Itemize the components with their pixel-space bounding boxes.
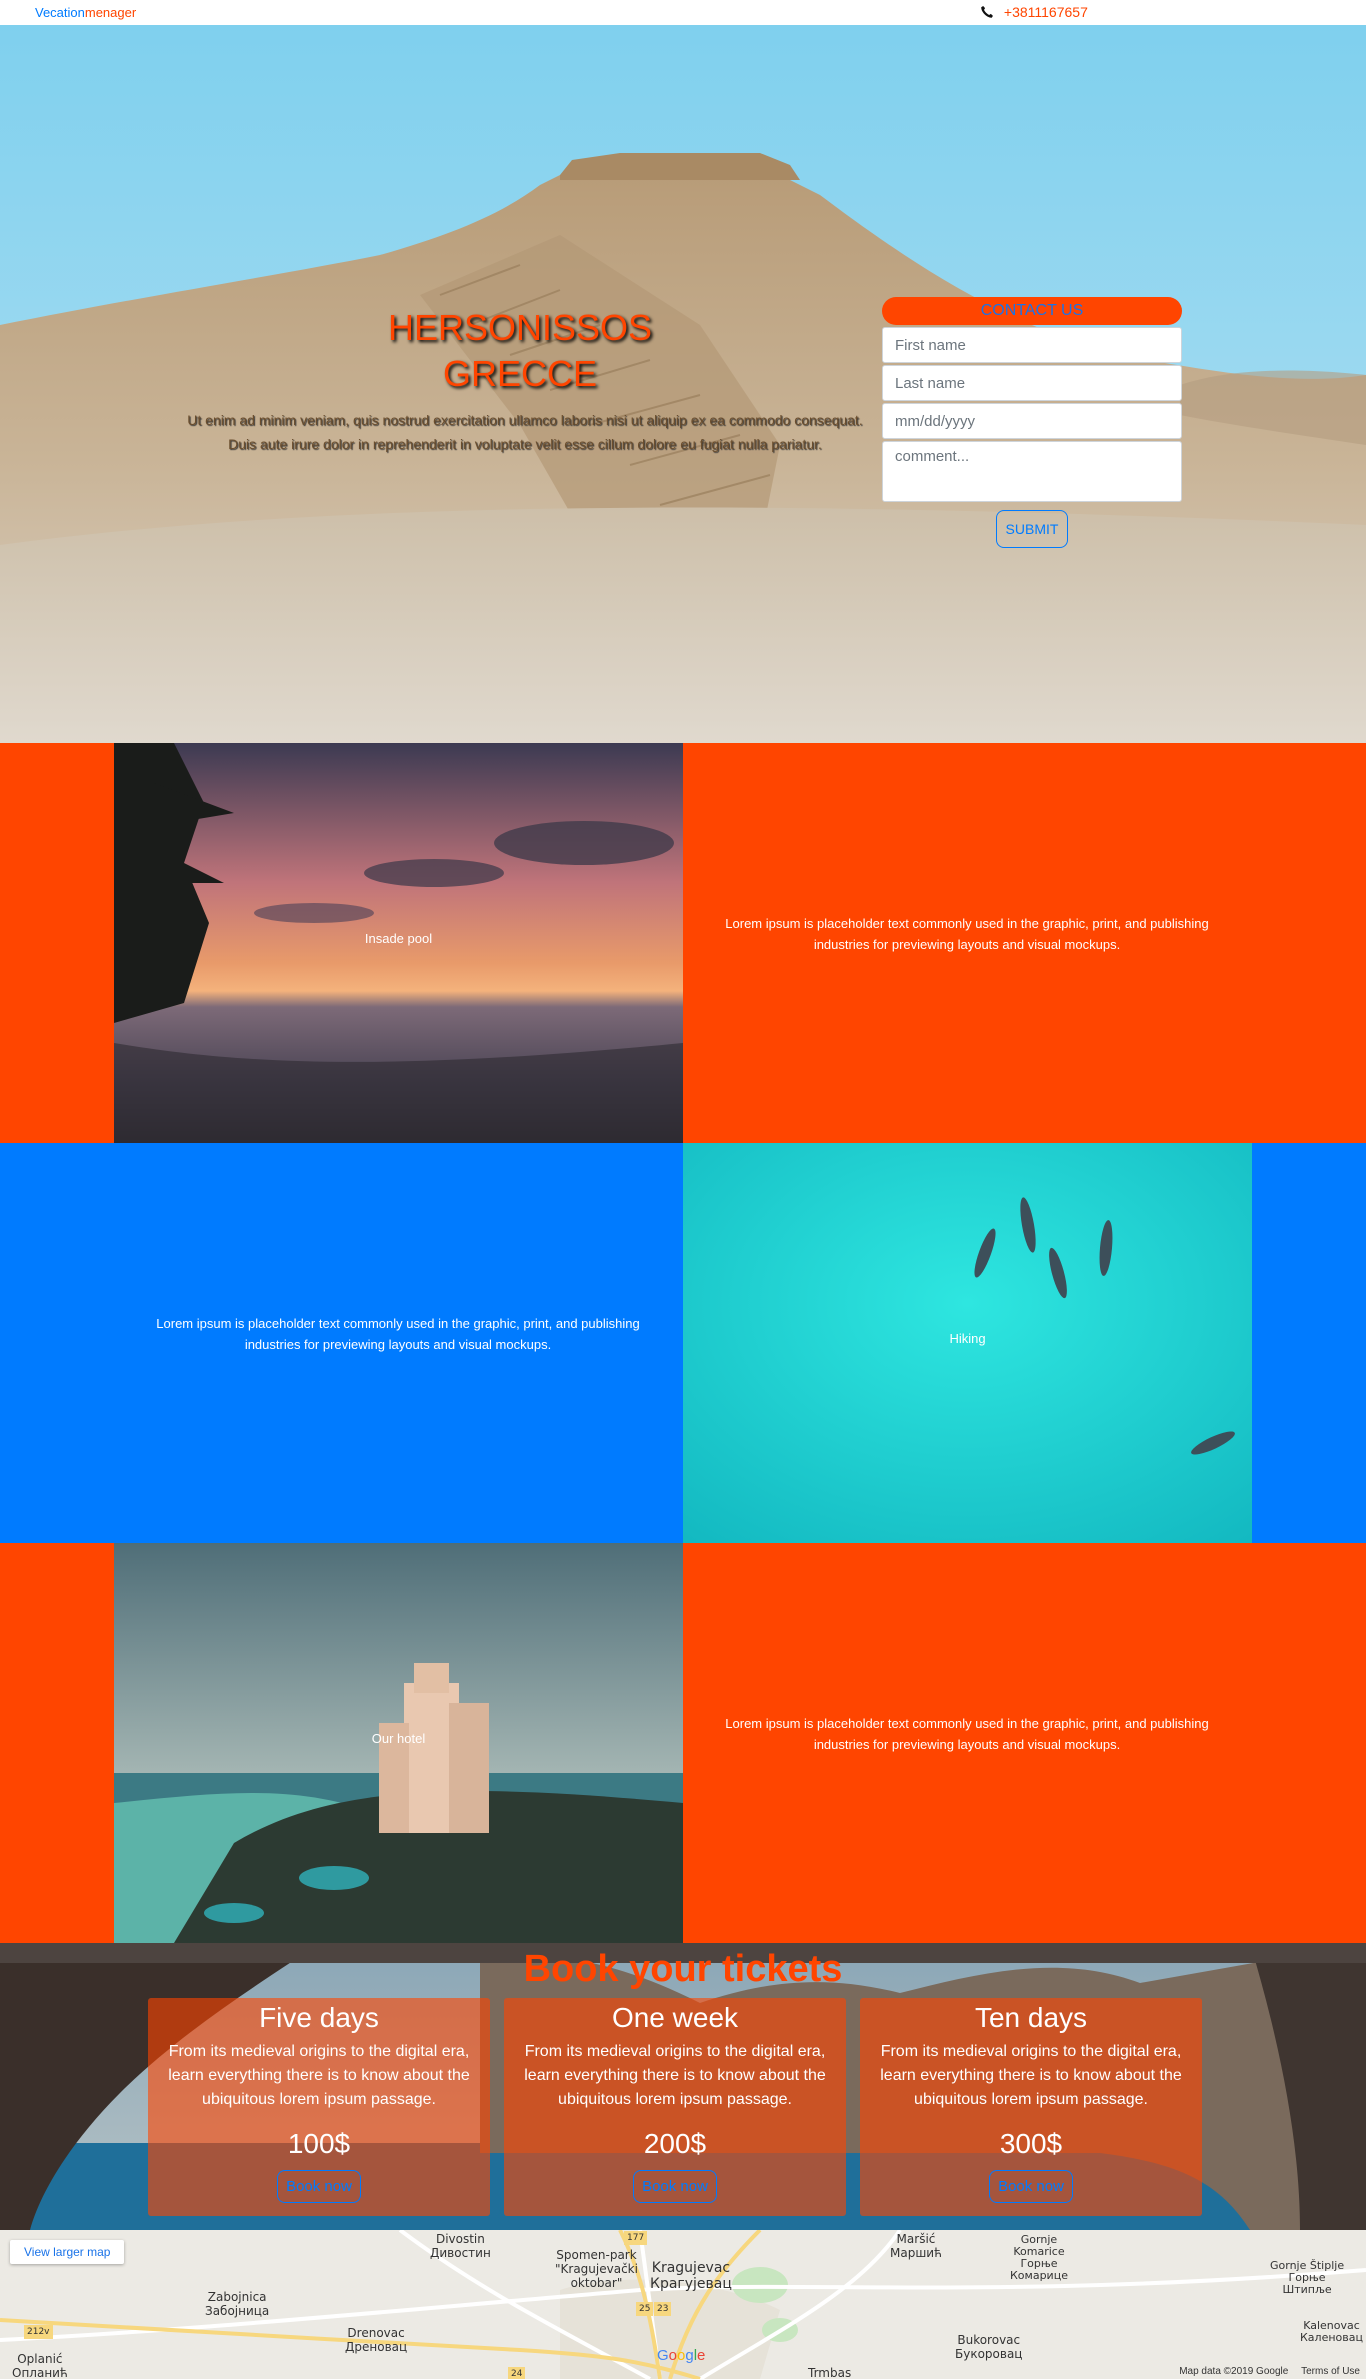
map-label-oplanic: Oplanić Опланић: [12, 2352, 68, 2379]
ticket-price: 300$: [999, 2128, 1063, 2159]
road-shield-24: 24: [508, 2367, 526, 2379]
feature-text-hiking: Lorem ipsum is placeholder text commonly…: [156, 1316, 640, 1352]
feature-caption-hiking: Hiking: [949, 1331, 986, 1346]
map-label-stiplje: Gornje Štiplje Горње Штипље: [1270, 2259, 1345, 2296]
ticket-card-five-days: Five days From its medieval origins to t…: [148, 1998, 490, 2216]
map-label-divostin: Divostin Дивостин: [430, 2232, 491, 2260]
google-logo: Google: [657, 2347, 706, 2364]
hero-title-line-1: HERSONISSOS: [387, 307, 653, 348]
map-label-komarice: Gornje Komarice Горње Комарице: [1010, 2233, 1068, 2282]
map-label-marsic: Maršić Маршић: [890, 2232, 942, 2260]
book-now-button[interactable]: Book now: [989, 2170, 1073, 2203]
map-label-drenovac: Drenovac Дреновац: [345, 2326, 408, 2354]
phone-icon: [981, 6, 993, 18]
tickets-section: Book your tickets Five days From its med…: [0, 1943, 1366, 2230]
feature-row-hotel: Our hotel Lorem ipsum is placeholder tex…: [0, 1543, 1366, 1943]
feature-image-hotel: Our hotel: [114, 1543, 683, 1943]
terms-of-use-link[interactable]: Terms of Use: [1301, 2366, 1360, 2377]
road-shield-212v: 212v: [24, 2325, 53, 2339]
map-label-kragujevac: Kragujevac Крагујевац: [650, 2260, 732, 2292]
book-now-button[interactable]: Book now: [277, 2170, 361, 2203]
map-label-zabojnica: Zabojnica Забојница: [205, 2290, 270, 2318]
view-larger-map-link[interactable]: View larger map: [10, 2240, 125, 2264]
google-map-embed[interactable]: View larger map Divostin Дивостин Spomen…: [0, 2230, 1366, 2379]
feature-caption-pool: Insade pool: [364, 931, 433, 946]
last-name-input[interactable]: [882, 365, 1182, 401]
contact-heading: CONTACT US: [882, 297, 1182, 325]
brand-logo-link[interactable]: Vecationmenager: [35, 5, 136, 20]
hero-title: HERSONISSOS GRECCE: [330, 305, 710, 397]
ticket-price: 100$: [287, 2128, 351, 2159]
ticket-card-one-week: One week From its medieval origins to th…: [504, 1998, 846, 2216]
map-label-bukorovac: Bukorovac Букоровац: [955, 2333, 1023, 2361]
map-footer: Map data ©2019 Google Terms of Use: [1169, 2366, 1360, 2377]
road-shield-23: 23: [654, 2302, 672, 2316]
map-label-trmbas: Trmbas: [808, 2366, 852, 2379]
road-shield-25: 25: [636, 2302, 654, 2316]
tickets-title: Book your tickets: [523, 1948, 843, 1990]
comment-textarea[interactable]: [882, 441, 1182, 502]
ticket-description: From its medieval origins to the digital…: [168, 2043, 470, 2108]
ticket-title: One week: [611, 2002, 739, 2033]
feature-text-pool: Lorem ipsum is placeholder text commonly…: [725, 916, 1209, 952]
first-name-input[interactable]: [882, 327, 1182, 363]
feature-text-hotel: Lorem ipsum is placeholder text commonly…: [725, 1716, 1209, 1752]
hero-description: Ut enim ad minim veniam, quis nostrud ex…: [187, 412, 863, 452]
feature-row-pool: Insade pool Lorem ipsum is placeholder t…: [0, 743, 1366, 1143]
feature-image-pool: Insade pool: [114, 743, 683, 1143]
phone-contact[interactable]: +3811167657: [980, 4, 1088, 20]
phone-number: +3811167657: [1003, 4, 1088, 20]
ticket-description: From its medieval origins to the digital…: [880, 2043, 1182, 2108]
book-now-button[interactable]: Book now: [633, 2170, 717, 2203]
contact-form: CONTACT US SUBMIT: [882, 297, 1182, 548]
brand-part-2: menager: [84, 5, 137, 20]
road-shield-177: 177: [624, 2231, 648, 2245]
hero-title-line-2: GRECCE: [442, 353, 598, 394]
ticket-price: 200$: [643, 2128, 707, 2159]
map-attribution: Map data ©2019 Google: [1179, 2366, 1289, 2377]
feature-caption-hotel: Our hotel: [371, 1731, 426, 1746]
ticket-description: From its medieval origins to the digital…: [524, 2043, 826, 2108]
top-navbar: Vecationmenager +3811167657: [0, 0, 1366, 25]
brand-part-1: Vecation: [35, 5, 85, 20]
feature-image-hiking: Hiking: [683, 1143, 1252, 1543]
date-input[interactable]: [882, 403, 1182, 439]
submit-button[interactable]: SUBMIT: [996, 510, 1068, 548]
map-label-spomen-park: Spomen-park "Kragujevački oktobar": [555, 2248, 638, 2290]
ticket-title: Ten days: [974, 2002, 1088, 2033]
map-label-kalenovac: Kalenovac Каленовац: [1300, 2319, 1363, 2344]
ticket-title: Five days: [259, 2002, 379, 2033]
ticket-card-ten-days: Ten days From its medieval origins to th…: [860, 1998, 1202, 2216]
feature-row-hiking: Lorem ipsum is placeholder text commonly…: [0, 1143, 1366, 1543]
hero-section: HERSONISSOS GRECCE Ut enim ad minim veni…: [0, 25, 1366, 743]
